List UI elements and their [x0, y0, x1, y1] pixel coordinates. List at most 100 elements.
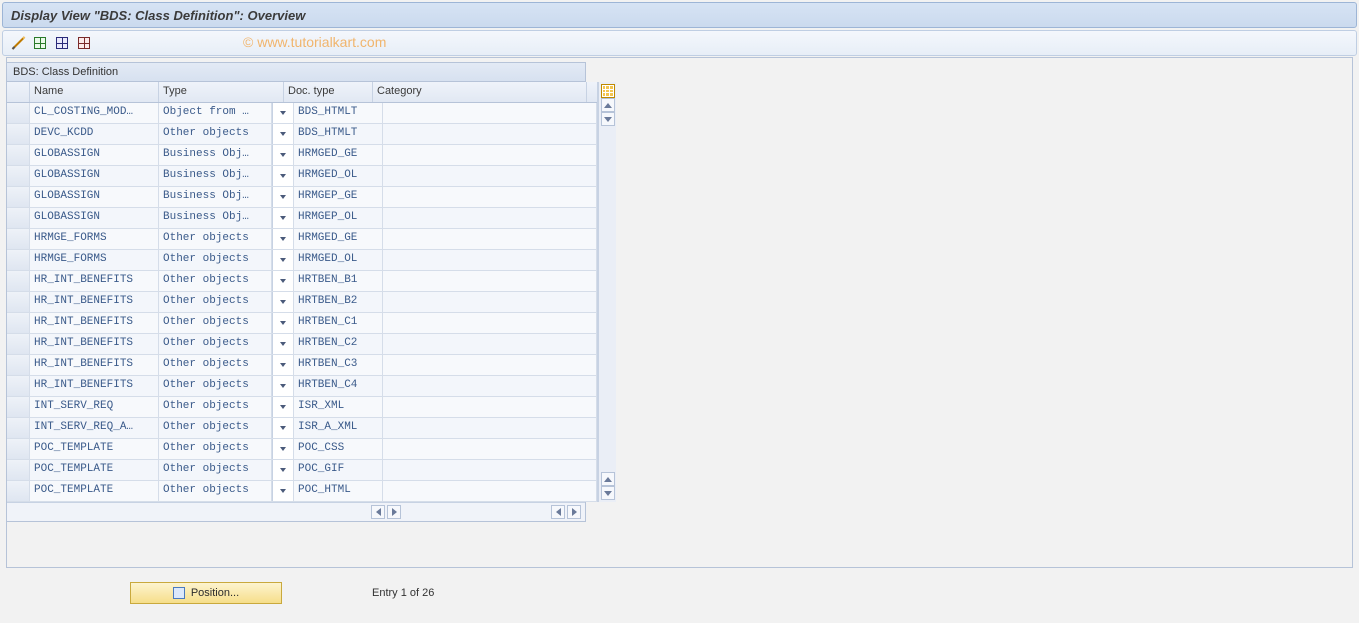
cell-doctype[interactable]: HRTBEN_C3 [294, 355, 383, 375]
type-dropdown-button[interactable] [272, 355, 294, 375]
cell-category[interactable] [383, 103, 597, 123]
table-row[interactable]: GLOBASSIGNBusiness Obj…HRMGED_OL [7, 166, 597, 187]
cell-category[interactable] [383, 271, 597, 291]
row-selector[interactable] [7, 397, 30, 417]
row-selector[interactable] [7, 145, 30, 165]
type-dropdown-button[interactable] [272, 271, 294, 291]
type-dropdown-button[interactable] [272, 460, 294, 480]
type-dropdown-button[interactable] [272, 397, 294, 417]
row-selector[interactable] [7, 376, 30, 396]
cell-name[interactable]: GLOBASSIGN [30, 208, 159, 228]
position-button[interactable]: Position... [130, 582, 282, 604]
type-dropdown-button[interactable] [272, 376, 294, 396]
cell-doctype[interactable]: POC_GIF [294, 460, 383, 480]
type-dropdown-button[interactable] [272, 166, 294, 186]
table-row[interactable]: HR_INT_BENEFITSOther objectsHRTBEN_C4 [7, 376, 597, 397]
cell-category[interactable] [383, 355, 597, 375]
table-row[interactable]: HR_INT_BENEFITSOther objectsHRTBEN_B1 [7, 271, 597, 292]
cell-type[interactable]: Other objects [159, 229, 272, 249]
cell-doctype[interactable]: HRTBEN_B2 [294, 292, 383, 312]
cell-type[interactable]: Other objects [159, 397, 272, 417]
row-selector[interactable] [7, 460, 30, 480]
table-row[interactable]: INT_SERV_REQ_A…Other objectsISR_A_XML [7, 418, 597, 439]
configure-columns-button[interactable] [601, 84, 615, 98]
cell-name[interactable]: INT_SERV_REQ [30, 397, 159, 417]
row-selector[interactable] [7, 271, 30, 291]
table-row[interactable]: POC_TEMPLATEOther objects POC_CSS [7, 439, 597, 460]
cell-category[interactable] [383, 418, 597, 438]
cell-doctype[interactable]: POC_CSS [294, 439, 383, 459]
type-dropdown-button[interactable] [272, 103, 294, 123]
cell-doctype[interactable]: HRMGEP_GE [294, 187, 383, 207]
row-selector[interactable] [7, 229, 30, 249]
cell-type[interactable]: Business Obj… [159, 187, 272, 207]
cell-name[interactable]: POC_TEMPLATE [30, 439, 159, 459]
scroll-left-button[interactable] [371, 505, 385, 519]
type-dropdown-button[interactable] [272, 124, 294, 144]
row-selector[interactable] [7, 124, 30, 144]
cell-name[interactable]: HR_INT_BENEFITS [30, 292, 159, 312]
cell-category[interactable] [383, 292, 597, 312]
cell-category[interactable] [383, 313, 597, 333]
row-selector[interactable] [7, 334, 30, 354]
table-row[interactable]: HR_INT_BENEFITSOther objectsHRTBEN_C3 [7, 355, 597, 376]
cell-category[interactable] [383, 439, 597, 459]
vertical-scrollbar[interactable] [598, 82, 616, 502]
cell-doctype[interactable]: HRMGED_GE [294, 145, 383, 165]
type-dropdown-button[interactable] [272, 250, 294, 270]
cell-doctype[interactable]: HRTBEN_C4 [294, 376, 383, 396]
type-dropdown-button[interactable] [272, 439, 294, 459]
table-row[interactable]: GLOBASSIGNBusiness Obj…HRMGED_GE [7, 145, 597, 166]
column-header-type[interactable]: Type [159, 82, 284, 102]
cell-type[interactable]: Other objects [159, 376, 272, 396]
cell-type[interactable]: Other objects [159, 355, 272, 375]
cell-doctype[interactable]: HRTBEN_C2 [294, 334, 383, 354]
type-dropdown-button[interactable] [272, 292, 294, 312]
cell-type[interactable]: Other objects [159, 271, 272, 291]
table-row[interactable]: HRMGE_FORMSOther objectsHRMGED_OL [7, 250, 597, 271]
table-row[interactable]: INT_SERV_REQOther objectsISR_XML [7, 397, 597, 418]
cell-doctype[interactable]: BDS_HTMLT [294, 103, 383, 123]
scroll-up-button[interactable] [601, 472, 615, 486]
row-selector[interactable] [7, 208, 30, 228]
cell-doctype[interactable]: HRMGED_GE [294, 229, 383, 249]
table-row[interactable]: POC_TEMPLATEOther objects POC_GIF [7, 460, 597, 481]
cell-type[interactable]: Other objects [159, 334, 272, 354]
type-dropdown-button[interactable] [272, 145, 294, 165]
row-selector[interactable] [7, 292, 30, 312]
row-selector[interactable] [7, 481, 30, 501]
cell-type[interactable]: Other objects [159, 439, 272, 459]
cell-type[interactable]: Other objects [159, 460, 272, 480]
scroll-right-button[interactable] [387, 505, 401, 519]
cell-doctype[interactable]: POC_HTML [294, 481, 383, 501]
cell-doctype[interactable]: HRMGED_OL [294, 166, 383, 186]
cell-type[interactable]: Other objects [159, 313, 272, 333]
type-dropdown-button[interactable] [272, 481, 294, 501]
table-row[interactable]: GLOBASSIGNBusiness Obj…HRMGEP_OL [7, 208, 597, 229]
cell-category[interactable] [383, 481, 597, 501]
cell-category[interactable] [383, 229, 597, 249]
cell-type[interactable]: Business Obj… [159, 166, 272, 186]
type-dropdown-button[interactable] [272, 334, 294, 354]
scroll-right-button[interactable] [567, 505, 581, 519]
cell-category[interactable] [383, 187, 597, 207]
table-row[interactable]: POC_TEMPLATEOther objectsPOC_HTML [7, 481, 597, 502]
table-row[interactable]: DEVC_KCDDOther objectsBDS_HTMLT [7, 124, 597, 145]
cell-name[interactable]: HR_INT_BENEFITS [30, 313, 159, 333]
scroll-down-button[interactable] [601, 486, 615, 500]
cell-name[interactable]: POC_TEMPLATE [30, 460, 159, 480]
cell-type[interactable]: Other objects [159, 250, 272, 270]
type-dropdown-button[interactable] [272, 187, 294, 207]
cell-doctype[interactable]: HRMGEP_OL [294, 208, 383, 228]
cell-name[interactable]: DEVC_KCDD [30, 124, 159, 144]
column-header-name[interactable]: Name [30, 82, 159, 102]
table-row[interactable]: GLOBASSIGNBusiness Obj…HRMGEP_GE [7, 187, 597, 208]
row-selector-header[interactable] [7, 82, 30, 102]
cell-category[interactable] [383, 397, 597, 417]
display-change-toggle[interactable] [9, 34, 27, 52]
select-all-button[interactable] [31, 34, 49, 52]
cell-category[interactable] [383, 124, 597, 144]
row-selector[interactable] [7, 103, 30, 123]
cell-doctype[interactable]: ISR_A_XML [294, 418, 383, 438]
cell-category[interactable] [383, 145, 597, 165]
